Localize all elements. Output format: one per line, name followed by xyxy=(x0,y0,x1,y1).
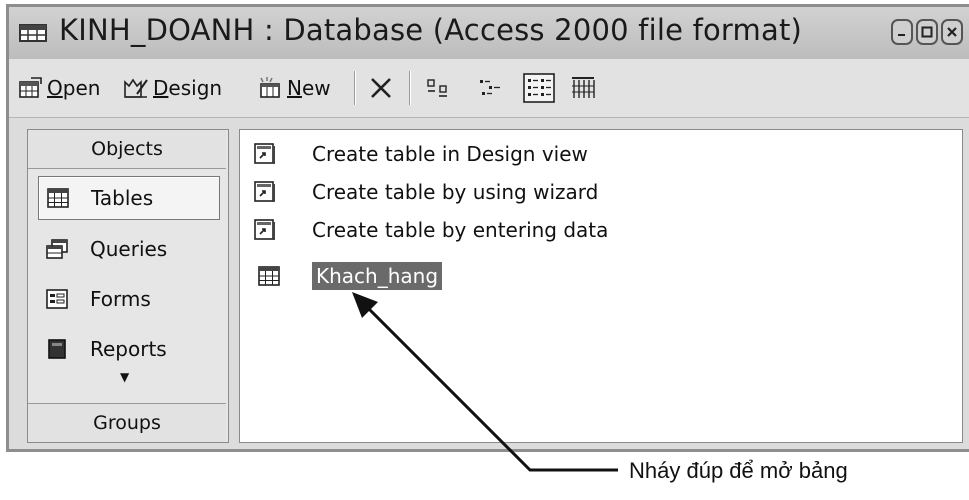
annotation-label: Nháy đúp để mở bảng xyxy=(629,458,848,483)
annotation-arrow xyxy=(352,292,618,472)
